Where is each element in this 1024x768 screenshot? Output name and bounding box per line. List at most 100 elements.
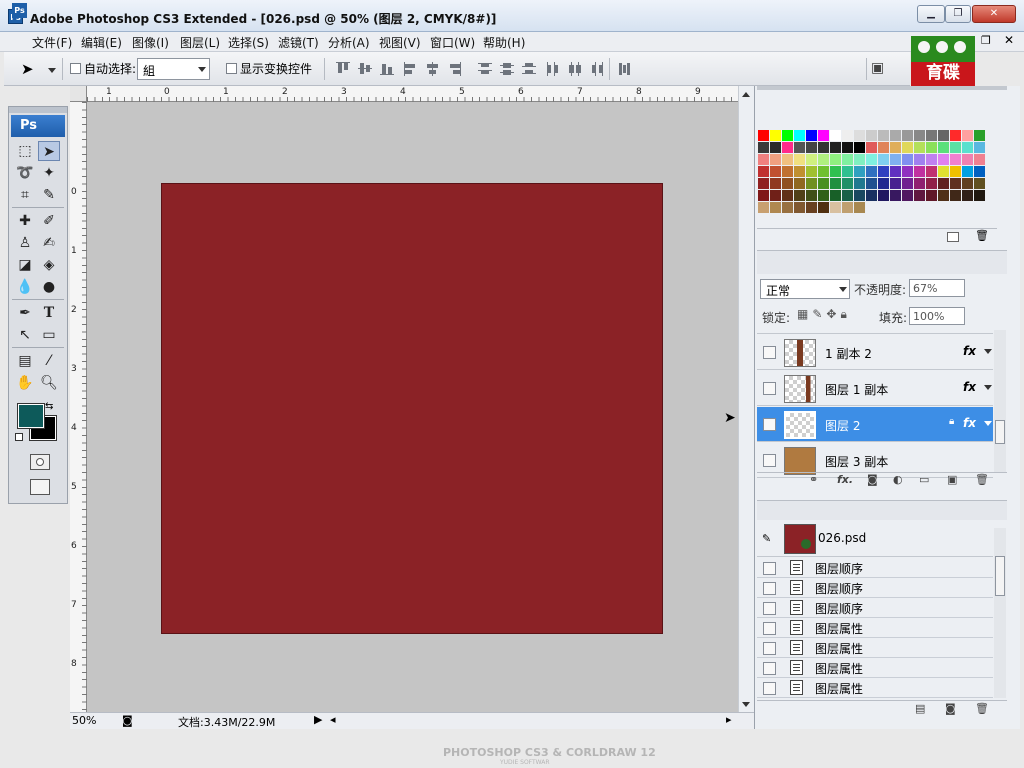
menu-analysis[interactable]: 分析(A) bbox=[328, 34, 370, 51]
delete-layer-icon[interactable]: 🗑︎ bbox=[975, 473, 989, 486]
fx-icon[interactable]: fx bbox=[963, 416, 976, 430]
color-swatch[interactable] bbox=[878, 190, 889, 201]
menu-layer[interactable]: 图层(L) bbox=[180, 34, 220, 51]
color-swatch[interactable] bbox=[758, 130, 769, 141]
menu-file[interactable]: 文件(F) bbox=[32, 34, 72, 51]
path-selection-icon[interactable]: ↖ bbox=[14, 325, 36, 345]
color-swatch[interactable] bbox=[794, 166, 805, 177]
color-swatch[interactable] bbox=[806, 178, 817, 189]
move-tool-icon[interactable]: ➤ bbox=[21, 60, 34, 78]
minimize-icon[interactable]: ▁ bbox=[917, 5, 945, 23]
scroll-left-icon[interactable]: ◂ bbox=[330, 713, 336, 726]
color-swatch[interactable] bbox=[890, 154, 901, 165]
layer-name[interactable]: 图层 2 bbox=[825, 417, 860, 434]
shape-tool-icon[interactable]: ▭ bbox=[38, 325, 60, 345]
color-swatch[interactable] bbox=[830, 154, 841, 165]
color-swatch[interactable] bbox=[926, 190, 937, 201]
color-swatch[interactable] bbox=[758, 154, 769, 165]
new-layer-icon[interactable]: ▣ bbox=[947, 473, 957, 486]
color-swatch[interactable] bbox=[842, 154, 853, 165]
status-menu-icon[interactable]: ▶ bbox=[314, 713, 322, 726]
color-swatch[interactable] bbox=[914, 166, 925, 177]
menu-help[interactable]: 帮助(H) bbox=[483, 34, 525, 51]
color-swatch[interactable] bbox=[782, 154, 793, 165]
lasso-tool-icon[interactable]: ➰ bbox=[14, 163, 36, 183]
color-swatch[interactable] bbox=[950, 142, 961, 153]
history-brush-icon[interactable]: ✍ bbox=[38, 233, 60, 253]
layers-scrollbar[interactable] bbox=[994, 330, 1006, 472]
color-swatch[interactable] bbox=[854, 178, 865, 189]
link-layers-icon[interactable]: ⚭ bbox=[809, 473, 818, 486]
color-swatch[interactable] bbox=[950, 154, 961, 165]
color-swatch[interactable] bbox=[914, 178, 925, 189]
menu-window[interactable]: 窗口(W) bbox=[430, 34, 475, 51]
history-source-checkbox[interactable] bbox=[763, 622, 776, 635]
color-swatch[interactable] bbox=[962, 142, 973, 153]
color-swatch[interactable] bbox=[974, 166, 985, 177]
layer-name[interactable]: 1 副本 2 bbox=[825, 345, 872, 362]
color-swatch[interactable] bbox=[806, 166, 817, 177]
magic-wand-tool-icon[interactable]: ✦ bbox=[38, 163, 60, 183]
color-swatch[interactable] bbox=[758, 166, 769, 177]
history-item[interactable]: 图层顺序 bbox=[757, 578, 993, 598]
color-swatch[interactable] bbox=[878, 166, 889, 177]
visibility-toggle[interactable] bbox=[763, 418, 776, 431]
document-canvas[interactable] bbox=[161, 183, 663, 634]
color-swatch[interactable] bbox=[926, 142, 937, 153]
history-item[interactable]: 图层属性 bbox=[757, 638, 993, 658]
color-swatch[interactable] bbox=[902, 142, 913, 153]
color-swatch[interactable] bbox=[806, 202, 817, 213]
color-swatch[interactable] bbox=[830, 130, 841, 141]
fx-icon[interactable]: fx bbox=[963, 380, 976, 394]
adjustment-layer-icon[interactable]: ◐ bbox=[893, 473, 903, 486]
menu-view[interactable]: 视图(V) bbox=[379, 34, 421, 51]
color-swatch[interactable] bbox=[962, 130, 973, 141]
color-swatch[interactable] bbox=[974, 130, 985, 141]
color-swatch[interactable] bbox=[782, 178, 793, 189]
eyedropper-icon[interactable]: ⁄ bbox=[38, 351, 60, 371]
color-swatch[interactable] bbox=[818, 178, 829, 189]
color-swatch[interactable] bbox=[974, 142, 985, 153]
color-swatch[interactable] bbox=[842, 130, 853, 141]
marquee-tool-icon[interactable]: ⬚ bbox=[14, 141, 36, 161]
color-swatch[interactable] bbox=[950, 178, 961, 189]
screen-mode-icon[interactable] bbox=[30, 479, 50, 495]
color-swatch[interactable] bbox=[794, 154, 805, 165]
history-item[interactable]: 图层顺序 bbox=[757, 598, 993, 618]
panel-grip[interactable] bbox=[757, 86, 1007, 90]
color-swatch[interactable] bbox=[950, 130, 961, 141]
notes-tool-icon[interactable]: ▤ bbox=[14, 351, 36, 371]
color-swatch[interactable] bbox=[830, 166, 841, 177]
restore-icon[interactable]: ❐ bbox=[945, 5, 971, 23]
opacity-input[interactable]: 67% bbox=[909, 279, 965, 297]
color-swatch[interactable] bbox=[818, 202, 829, 213]
color-swatch[interactable] bbox=[866, 190, 877, 201]
scroll-down-icon[interactable] bbox=[742, 702, 750, 707]
color-swatch[interactable] bbox=[770, 166, 781, 177]
color-swatch[interactable] bbox=[878, 142, 889, 153]
menu-edit[interactable]: 编辑(E) bbox=[81, 34, 122, 51]
color-swatch[interactable] bbox=[770, 130, 781, 141]
default-colors-icon[interactable] bbox=[15, 433, 23, 441]
color-swatch[interactable] bbox=[842, 202, 853, 213]
layer-name[interactable]: 图层 1 副本 bbox=[825, 381, 888, 398]
color-swatch[interactable] bbox=[974, 190, 985, 201]
color-swatch[interactable] bbox=[854, 166, 865, 177]
new-snapshot-icon[interactable]: ◙ bbox=[945, 702, 956, 715]
color-swatch[interactable] bbox=[794, 202, 805, 213]
color-swatch[interactable] bbox=[854, 154, 865, 165]
color-swatch[interactable] bbox=[962, 190, 973, 201]
color-swatch[interactable] bbox=[938, 190, 949, 201]
color-swatch[interactable] bbox=[806, 142, 817, 153]
color-swatch[interactable] bbox=[938, 166, 949, 177]
menu-select[interactable]: 选择(S) bbox=[228, 34, 269, 51]
color-swatch[interactable] bbox=[854, 202, 865, 213]
color-swatch[interactable] bbox=[770, 202, 781, 213]
color-swatch[interactable] bbox=[926, 178, 937, 189]
vertical-scrollbar[interactable] bbox=[738, 86, 754, 712]
chevron-down-icon[interactable] bbox=[984, 349, 992, 354]
color-swatch[interactable] bbox=[890, 166, 901, 177]
color-swatch[interactable] bbox=[794, 190, 805, 201]
color-swatch[interactable] bbox=[938, 130, 949, 141]
eraser-tool-icon[interactable]: ◪ bbox=[14, 255, 36, 275]
